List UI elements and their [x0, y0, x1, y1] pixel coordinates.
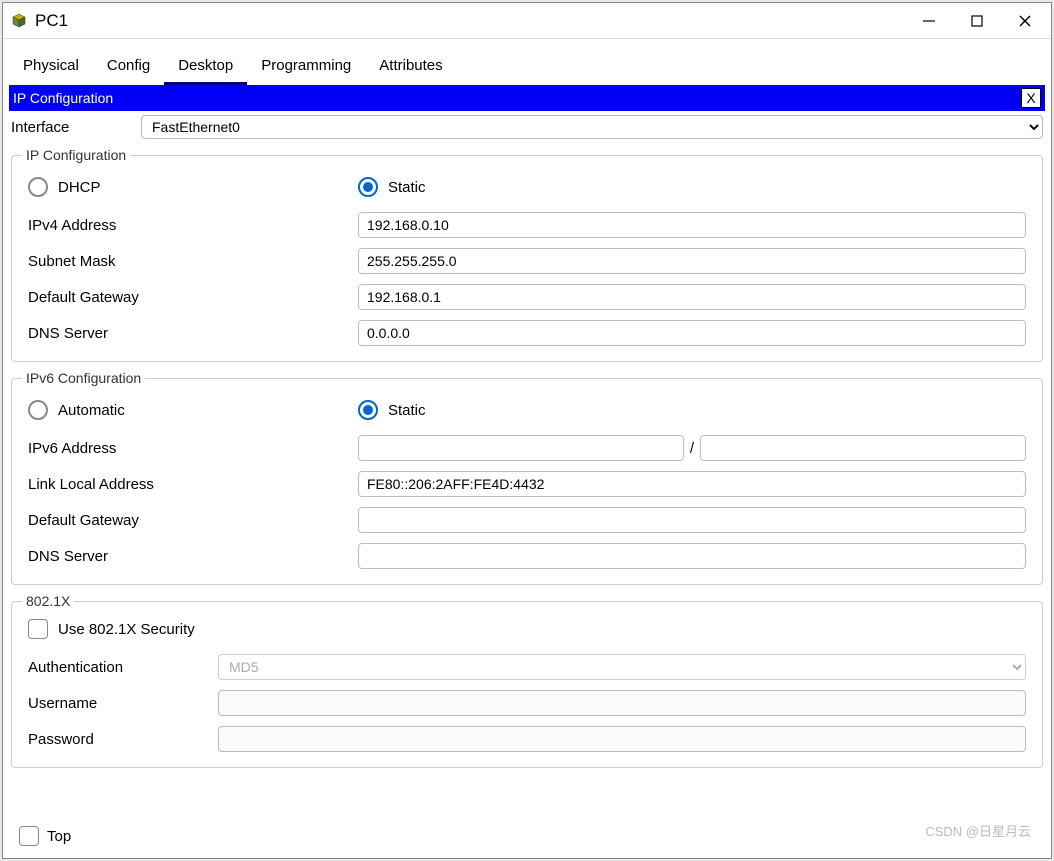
username-input	[218, 690, 1026, 716]
ipv6-dns-input[interactable]	[358, 543, 1026, 569]
watermark: CSDN @日星月云	[925, 821, 1031, 840]
ipv6-gateway-label: Default Gateway	[28, 512, 358, 529]
auth-label: Authentication	[28, 659, 218, 676]
tab-physical[interactable]: Physical	[9, 49, 93, 85]
window-controls	[919, 14, 1035, 28]
close-window-button[interactable]	[1015, 14, 1035, 28]
ip-config-fieldset: IP Configuration DHCP Static IPv4 Addres…	[11, 147, 1043, 362]
ipv6-static-radio[interactable]	[358, 400, 378, 420]
automatic-label: Automatic	[58, 402, 125, 419]
window-title: PC1	[35, 11, 919, 31]
tab-bar: Physical Config Desktop Programming Attr…	[3, 39, 1051, 85]
ipv6-prefix-slash: /	[690, 440, 694, 457]
interface-select[interactable]: FastEthernet0	[141, 115, 1043, 139]
ipv6-prefix-input[interactable]	[700, 435, 1026, 461]
password-input	[218, 726, 1026, 752]
ipv6-config-fieldset: IPv6 Configuration Automatic Static IPv6…	[11, 370, 1043, 585]
top-checkbox[interactable]	[19, 826, 39, 846]
top-label: Top	[47, 828, 71, 845]
8021x-legend: 802.1X	[22, 593, 74, 609]
ipv6-gateway-input[interactable]	[358, 507, 1026, 533]
ipv6-address-input[interactable]	[358, 435, 684, 461]
footer-bar: Top	[9, 820, 1045, 852]
subnet-mask-input[interactable]	[358, 248, 1026, 274]
link-local-input[interactable]	[358, 471, 1026, 497]
tab-desktop[interactable]: Desktop	[164, 49, 247, 85]
dhcp-label: DHCP	[58, 179, 101, 196]
titlebar: PC1	[3, 3, 1051, 39]
ipv4-address-label: IPv4 Address	[28, 217, 358, 234]
interface-label: Interface	[11, 119, 131, 136]
dhcp-radio[interactable]	[28, 177, 48, 197]
interface-row: Interface FastEthernet0	[9, 111, 1045, 143]
ip-config-legend: IP Configuration	[22, 147, 130, 163]
use-8021x-label: Use 802.1X Security	[58, 621, 195, 638]
dns-server-input[interactable]	[358, 320, 1026, 346]
ipv6-mode-row: Automatic Static	[22, 390, 1032, 430]
default-gateway-input[interactable]	[358, 284, 1026, 310]
password-label: Password	[28, 731, 218, 748]
ipv4-mode-row: DHCP Static	[22, 167, 1032, 207]
ipv6-config-legend: IPv6 Configuration	[22, 370, 145, 386]
use-8021x-checkbox[interactable]	[28, 619, 48, 639]
static-label: Static	[388, 179, 426, 196]
subnet-mask-label: Subnet Mask	[28, 253, 358, 270]
ipv6-dns-label: DNS Server	[28, 548, 358, 565]
link-local-label: Link Local Address	[28, 476, 358, 493]
dns-server-label: DNS Server	[28, 325, 358, 342]
minimize-button[interactable]	[919, 14, 939, 28]
ipv6-static-label: Static	[388, 402, 426, 419]
username-label: Username	[28, 695, 218, 712]
tab-attributes[interactable]: Attributes	[365, 49, 456, 85]
automatic-radio[interactable]	[28, 400, 48, 420]
panel-header: IP Configuration X	[9, 85, 1045, 111]
tab-config[interactable]: Config	[93, 49, 164, 85]
default-gateway-label: Default Gateway	[28, 289, 358, 306]
app-window: PC1 Physical Config Desktop Programming …	[2, 2, 1052, 859]
panel-title: IP Configuration	[13, 90, 1021, 106]
8021x-fieldset: 802.1X Use 802.1X Security Authenticatio…	[11, 593, 1043, 768]
static-radio[interactable]	[358, 177, 378, 197]
maximize-button[interactable]	[967, 14, 987, 28]
content-area: IP Configuration X Interface FastEtherne…	[3, 85, 1051, 858]
ipv4-address-input[interactable]	[358, 212, 1026, 238]
panel-close-button[interactable]: X	[1021, 88, 1041, 108]
tab-programming[interactable]: Programming	[247, 49, 365, 85]
ipv6-address-label: IPv6 Address	[28, 440, 358, 457]
auth-select: MD5	[218, 654, 1026, 680]
app-icon	[11, 13, 27, 29]
